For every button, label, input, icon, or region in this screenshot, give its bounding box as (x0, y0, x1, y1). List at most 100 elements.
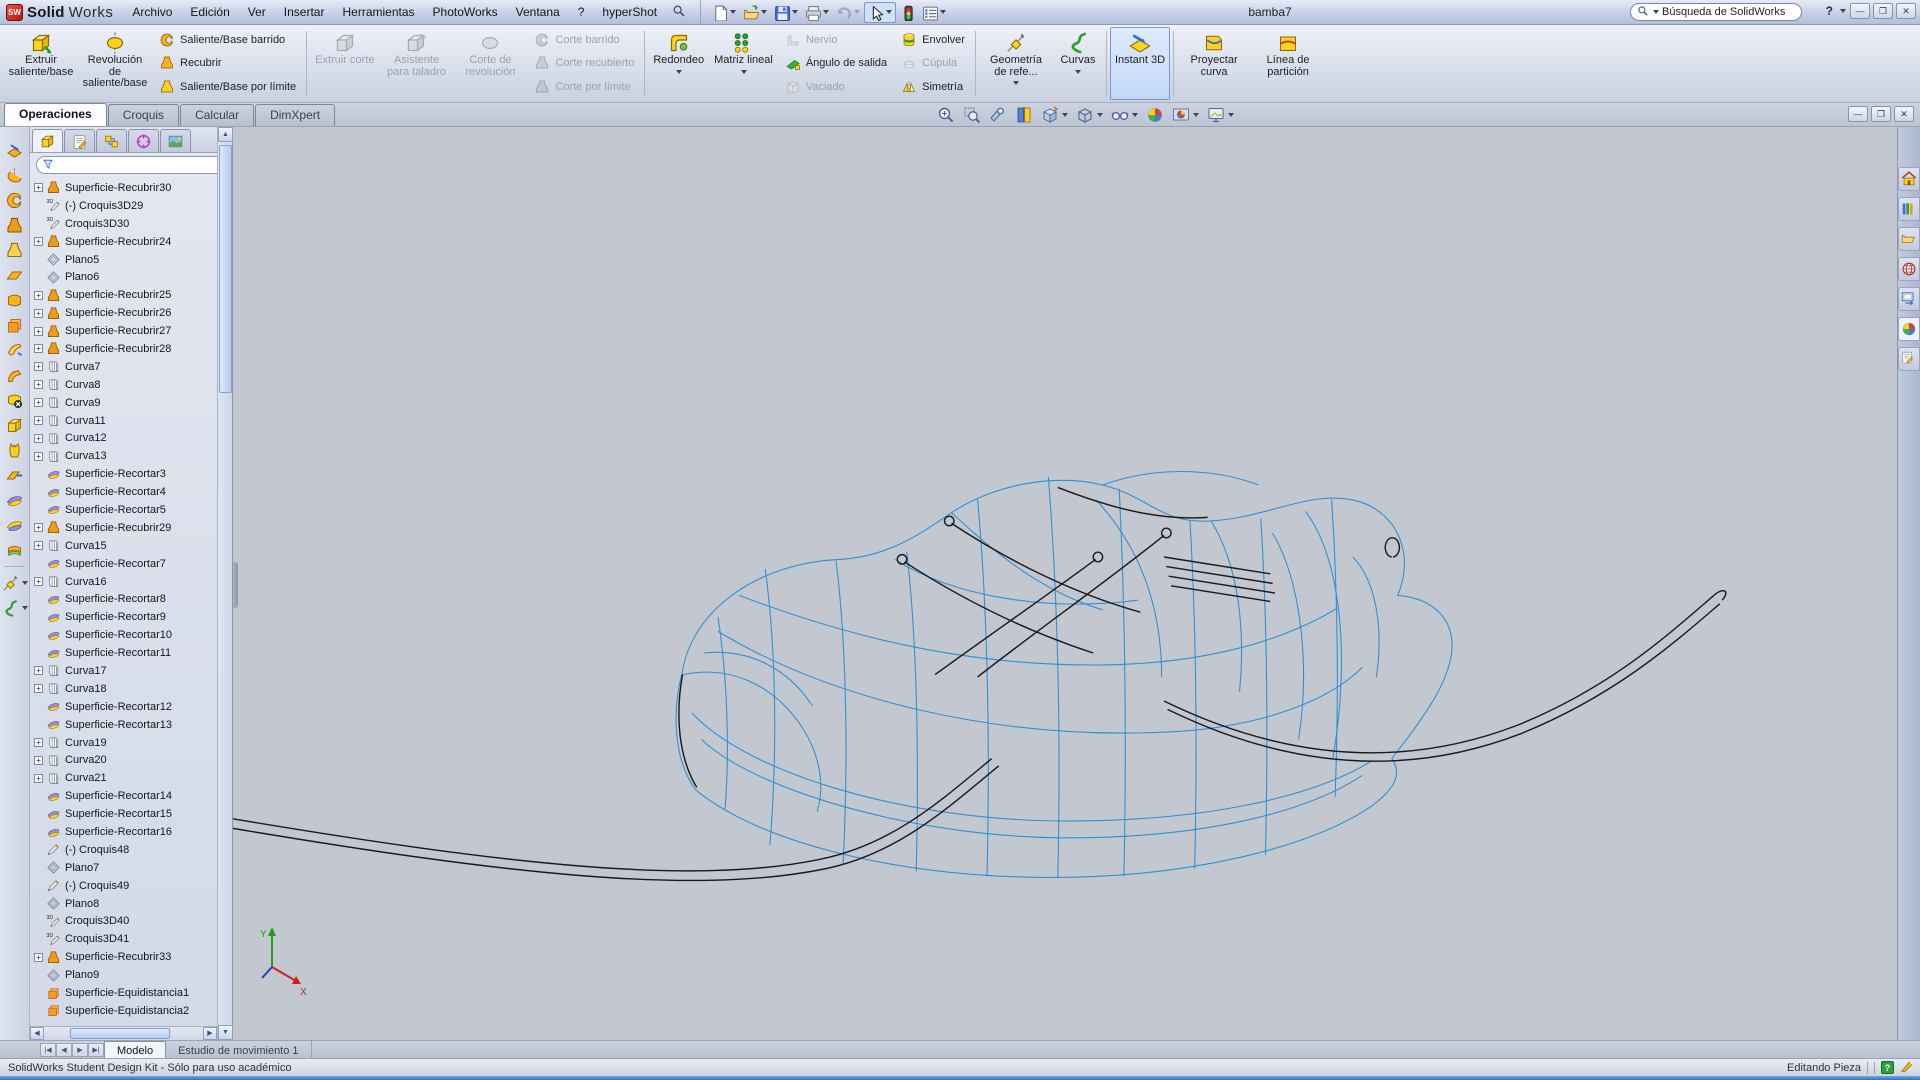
bottom-tab-estudio-de-movimiento-1[interactable]: Estudio de movimiento 1 (166, 1041, 311, 1058)
ribbon-button-curvas[interactable]: Curvas (1053, 27, 1103, 100)
expand-toggle[interactable]: + (34, 774, 43, 783)
scroll-down-button[interactable]: ▼ (218, 1025, 233, 1040)
surface-trim-button[interactable] (2, 489, 28, 511)
surface-extrude-button[interactable] (2, 139, 28, 161)
tree-item-superficie-recortar10[interactable]: Superficie-Recortar10 (34, 626, 232, 644)
hypershot-search-icon[interactable] (672, 4, 686, 21)
surface-fillet-button[interactable] (2, 364, 28, 386)
appearances-button[interactable] (1898, 317, 1920, 341)
expand-toggle[interactable]: + (34, 541, 43, 550)
manager-tab-dimxpertmanager[interactable] (128, 129, 159, 152)
tree-horizontal-scrollbar[interactable]: ◀ ▶ (30, 1026, 232, 1040)
save-document-caret[interactable] (792, 10, 798, 17)
print-document-caret[interactable] (823, 10, 829, 17)
ribbon-button-cu-pula[interactable]: Cúpula (898, 52, 968, 74)
select-cursor-caret[interactable] (886, 10, 892, 17)
new-document-button[interactable] (709, 3, 739, 22)
menu-item-[interactable]: ? (569, 0, 594, 24)
expand-toggle[interactable]: + (34, 344, 43, 353)
tree-vertical-scrollbar[interactable]: ▲ ▼ (217, 127, 232, 1040)
curves-caret[interactable] (22, 606, 28, 613)
view-orientation-button[interactable] (1039, 105, 1070, 125)
quick-tips-icon[interactable]: ? (1881, 1061, 1894, 1074)
ribbon-button-a-ngulo-de-salida[interactable]: Ángulo de salida (782, 52, 890, 74)
ribbon-button-geometri-a-de-refe[interactable]: *Geometría de refe... (979, 27, 1053, 100)
tree-item-superficie-recortar13[interactable]: Superficie-Recortar13 (34, 716, 232, 734)
tab-calcular[interactable]: Calcular (180, 104, 254, 126)
tree-item-curva11[interactable]: +Curva11 (34, 412, 232, 430)
ribbon-button-saliente-base-por-li-mite[interactable]: Saliente/Base por límite (156, 76, 299, 98)
ribbon-button-redondeo[interactable]: Redondeo (648, 27, 709, 100)
tree-item-superficie-recortar8[interactable]: Superficie-Recortar8 (34, 590, 232, 608)
tree-item-superficie-recubrir25[interactable]: +Superficie-Recubrir25 (34, 286, 232, 304)
v-scroll-thumb[interactable] (219, 145, 232, 393)
tree-item-superficie-recubrir28[interactable]: +Superficie-Recubrir28 (34, 340, 232, 358)
menu-item-herramientas[interactable]: Herramientas (333, 0, 423, 24)
edit-appearance-button[interactable] (1144, 105, 1166, 125)
reference-geometry-button[interactable]: * (2, 572, 28, 594)
curvas-caret[interactable] (1075, 70, 1081, 77)
ribbon-button-corte-por-li-mite[interactable]: Corte por límite (531, 76, 637, 98)
tree-item-plano7[interactable]: Plano7 (34, 859, 232, 877)
tree-item-croquis3d29[interactable]: 3D(-) Croquis3D29 (34, 197, 232, 215)
surface-sweep-button[interactable] (2, 189, 28, 211)
search-input[interactable] (1662, 6, 1792, 18)
compass-icon[interactable] (1900, 1059, 1914, 1076)
surface-thicken-button[interactable] (2, 539, 28, 561)
tree-item-curva21[interactable]: +Curva21 (34, 769, 232, 787)
select-cursor-button[interactable] (864, 2, 896, 23)
help-button[interactable]: ? (1824, 4, 1835, 18)
expand-toggle[interactable]: + (34, 738, 43, 747)
expand-toggle[interactable]: + (34, 452, 43, 461)
manager-tab-propertymanager[interactable] (64, 129, 95, 152)
tree-item-croquis3d41[interactable]: 3DCroquis3D41 (34, 930, 232, 948)
tree-item-superficie-equidistancia2[interactable]: Superficie-Equidistancia2 (34, 1002, 232, 1020)
next-tab-button[interactable]: ▶ (72, 1043, 88, 1057)
ribbon-button-envolver[interactable]: Envolver (898, 29, 968, 51)
new-document-caret[interactable] (730, 10, 736, 17)
expand-toggle[interactable]: + (34, 684, 43, 693)
tree-item-superficie-recortar5[interactable]: Superficie-Recortar5 (34, 501, 232, 519)
manager-tab-featuremanager[interactable] (32, 129, 63, 152)
expand-toggle[interactable]: + (34, 756, 43, 765)
menu-item-photoworks[interactable]: PhotoWorks (424, 0, 507, 24)
last-tab-button[interactable]: ▶| (88, 1043, 104, 1057)
tree-item-superficie-recortar11[interactable]: Superficie-Recortar11 (34, 644, 232, 662)
section-view-button[interactable] (1013, 105, 1035, 125)
tree-item-curva16[interactable]: +Curva16 (34, 573, 232, 591)
file-explorer-button[interactable] (1898, 227, 1920, 251)
open-document-button[interactable] (740, 3, 770, 22)
matriz-lineal-caret[interactable] (741, 70, 747, 77)
hide-show-items-caret[interactable] (1132, 113, 1138, 120)
tree-item-curva18[interactable]: +Curva18 (34, 680, 232, 698)
tab-dimxpert[interactable]: DimXpert (255, 104, 335, 126)
ribbon-button-asistente-para-taladro[interactable]: Asistente para taladro (379, 27, 453, 100)
tree-item-superficie-recubrir30[interactable]: +Superficie-Recubrir30 (34, 179, 232, 197)
prev-tab-button[interactable]: ◀ (56, 1043, 72, 1057)
options-list-button[interactable] (919, 3, 949, 22)
apply-scene-button[interactable] (1170, 105, 1201, 125)
open-document-caret[interactable] (761, 10, 767, 17)
tree-item-superficie-recubrir24[interactable]: +Superficie-Recubrir24 (34, 233, 232, 251)
expand-toggle[interactable]: + (34, 237, 43, 246)
tree-item-superficie-recubrir29[interactable]: +Superficie-Recubrir29 (34, 519, 232, 537)
expand-toggle[interactable]: + (34, 327, 43, 336)
surface-untrim-button[interactable] (2, 514, 28, 536)
scroll-left-button[interactable]: ◀ (30, 1027, 44, 1040)
ribbon-button-corte-barrido[interactable]: Corte barrido (531, 29, 637, 51)
ribbon-button-simetri-a[interactable]: Simetría (898, 76, 968, 98)
help-caret[interactable] (1840, 9, 1846, 16)
zoom-fit-button[interactable] (935, 105, 957, 125)
redondeo-caret[interactable] (676, 70, 682, 77)
surface-knit-button[interactable] (2, 439, 28, 461)
menu-item-hypershot[interactable]: hyperShot (593, 0, 666, 24)
save-document-button[interactable] (771, 3, 801, 22)
hide-show-items-button[interactable] (1109, 105, 1140, 125)
menu-item-insertar[interactable]: Insertar (275, 0, 334, 24)
surface-replace-face-button[interactable] (2, 414, 28, 436)
doc-close-button[interactable]: ✕ (1894, 106, 1914, 122)
expand-toggle[interactable]: + (34, 666, 43, 675)
tree-filter-box[interactable] (36, 156, 226, 174)
view-settings-caret[interactable] (1228, 113, 1234, 120)
tree-item-curva20[interactable]: +Curva20 (34, 752, 232, 770)
